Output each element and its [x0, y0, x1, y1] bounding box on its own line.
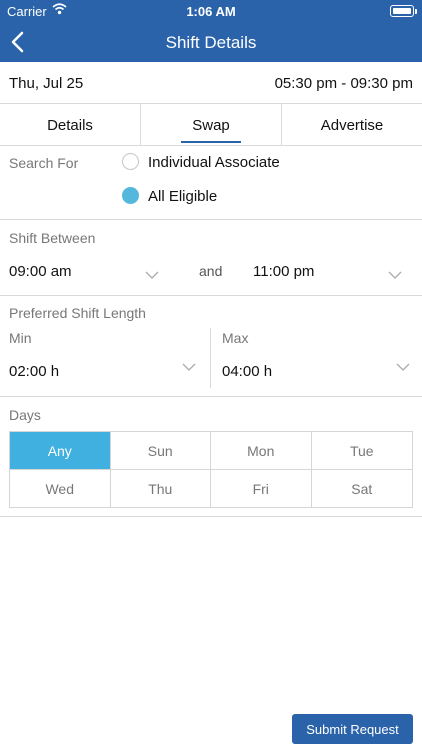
radio-unchecked-icon: [122, 153, 139, 170]
day-fri[interactable]: Fri: [211, 469, 312, 507]
chevron-down-icon[interactable]: [182, 359, 196, 371]
clock: 1:06 AM: [186, 4, 236, 19]
shift-start-picker[interactable]: 09:00 am: [9, 263, 72, 280]
min-label: Min: [9, 330, 32, 346]
max-label: Max: [222, 330, 249, 346]
days-label: Days: [9, 407, 41, 423]
tab-bar: Details Swap Advertise: [0, 104, 422, 146]
and-label: and: [199, 263, 223, 279]
tab-swap[interactable]: Swap: [140, 104, 281, 145]
shift-date: Thu, Jul 25: [9, 75, 84, 92]
tab-advertise[interactable]: Advertise: [281, 104, 422, 145]
shift-between-section: Shift Between 09:00 am and 11:00 pm: [0, 220, 422, 296]
search-for-section: Search For Individual Associate All Elig…: [0, 146, 422, 220]
day-wed[interactable]: Wed: [10, 469, 111, 507]
chevron-down-icon[interactable]: [388, 267, 402, 279]
page-title: Shift Details: [165, 33, 257, 52]
days-grid: Any Sun Mon Tue Wed Thu Fri Sat: [9, 431, 413, 508]
radio-individual-associate[interactable]: Individual Associate: [122, 153, 372, 175]
radio-label: Individual Associate: [148, 154, 280, 171]
shift-time-range: 05:30 pm - 09:30 pm: [274, 75, 413, 92]
shift-end-picker[interactable]: 11:00 pm: [253, 263, 314, 280]
preferred-length-label: Preferred Shift Length: [9, 305, 146, 321]
day-mon[interactable]: Mon: [211, 432, 312, 470]
search-for-label: Search For: [9, 155, 79, 171]
nav-bar: Shift Details: [0, 22, 422, 62]
radio-label: All Eligible: [148, 188, 218, 205]
shift-between-label: Shift Between: [9, 230, 96, 246]
divider: [210, 328, 211, 388]
tab-details[interactable]: Details: [0, 104, 140, 145]
status-bar: Carrier 1:06 AM: [0, 0, 422, 22]
day-any[interactable]: Any: [10, 432, 111, 470]
submit-request-button[interactable]: Submit Request: [292, 714, 413, 744]
day-sun[interactable]: Sun: [110, 432, 211, 470]
day-sat[interactable]: Sat: [312, 470, 413, 508]
day-thu[interactable]: Thu: [111, 469, 211, 507]
max-length-picker[interactable]: 04:00 h: [222, 363, 272, 380]
shift-summary: Thu, Jul 25 05:30 pm - 09:30 pm: [0, 62, 422, 104]
radio-checked-icon: [122, 187, 139, 204]
chevron-down-icon[interactable]: [396, 359, 410, 371]
min-length-picker[interactable]: 02:00 h: [9, 363, 59, 380]
preferred-length-section: Preferred Shift Length Min Max 02:00 h 0…: [0, 296, 422, 397]
radio-all-eligible[interactable]: All Eligible: [122, 187, 372, 209]
day-tue[interactable]: Tue: [311, 432, 412, 470]
days-section: Days Any Sun Mon Tue Wed Thu Fri Sat: [0, 397, 422, 517]
battery-icon: [390, 5, 417, 17]
chevron-down-icon[interactable]: [145, 267, 159, 279]
